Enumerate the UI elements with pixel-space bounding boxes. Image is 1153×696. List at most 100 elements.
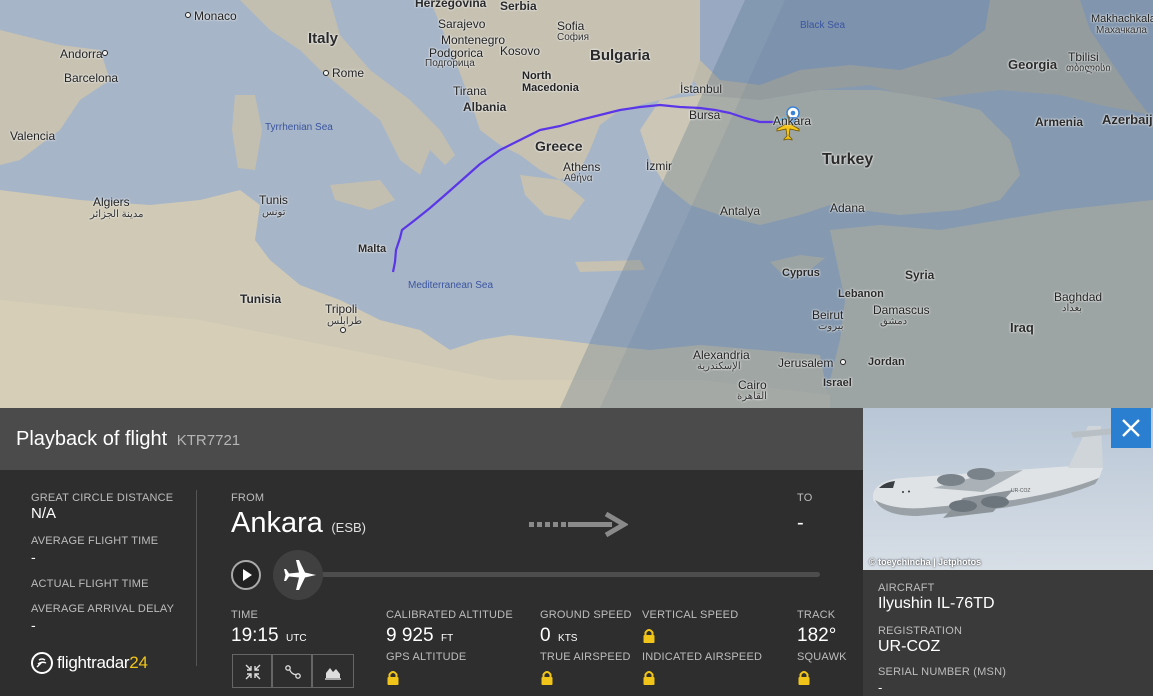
- map-label-mediterranean-sea: Mediterranean Sea: [408, 280, 494, 291]
- map-label-italy: Italy: [308, 30, 339, 47]
- play-button[interactable]: [231, 560, 261, 590]
- map-label-monaco: Monaco: [194, 9, 237, 23]
- route-view-button[interactable]: [272, 654, 312, 688]
- compress-view-button[interactable]: [232, 654, 272, 688]
- map-label-ankara: Ankara: [773, 114, 812, 128]
- track-label: TRACK: [797, 609, 836, 621]
- logo-text: flightradar24: [57, 653, 148, 673]
- map-label-tbilisi: Tbilisi: [1068, 50, 1099, 64]
- map-label-azerbaijan: Azerbaij: [1102, 112, 1153, 127]
- lock-icon: [798, 671, 810, 685]
- destination-value: -: [797, 512, 804, 534]
- map-label-damascus: Damascus: [873, 303, 930, 317]
- map-label-sarajevo: Sarajevo: [438, 17, 486, 31]
- map-label-izmir: İzmir: [646, 159, 672, 173]
- vertical-speed-label: VERTICAL SPEED: [642, 609, 739, 621]
- track-value: 182°: [797, 625, 837, 646]
- ground-speed-value: 0: [540, 625, 551, 646]
- time-display: 19:15 UTC: [231, 625, 307, 647]
- flightradar24-logo[interactable]: flightradar24: [31, 650, 148, 676]
- map-label-podgorica-native: Подгорица: [425, 58, 475, 69]
- lock-icon: [643, 671, 655, 685]
- map-label-jerusalem: Jerusalem: [778, 356, 834, 370]
- map-label-makhachkala-native: Махачкала: [1096, 25, 1147, 36]
- map-label-alexandria: Alexandria: [693, 348, 750, 362]
- map-label-cairo: Cairo: [738, 378, 767, 392]
- panel-title: Playback of flight KTR7721: [16, 428, 240, 451]
- average-flight-time-label: AVERAGE FLIGHT TIME: [31, 535, 159, 547]
- calibrated-altitude-value: 9 925: [386, 625, 434, 646]
- tail-registration-text: UR-COZ: [1011, 488, 1030, 494]
- registration-value[interactable]: UR-COZ: [878, 638, 940, 656]
- close-icon: [1122, 419, 1140, 437]
- time-label: TIME: [231, 609, 259, 621]
- map-label-sofia: Sofia: [557, 19, 585, 33]
- time-unit: UTC: [286, 633, 307, 644]
- map-label-algiers-native: مدينة الجزائر: [90, 209, 144, 220]
- panel-title-text: Playback of flight: [16, 428, 168, 450]
- photo-credit[interactable]: © toeychincha | Jetphotos: [869, 557, 981, 567]
- map-dot: [102, 50, 108, 56]
- lock-icon: [541, 671, 553, 685]
- map-dot: [340, 327, 346, 333]
- map-label-lebanon: Lebanon: [838, 288, 884, 300]
- great-circle-distance-value: N/A: [31, 505, 57, 522]
- origin: Ankara (ESB): [231, 507, 366, 540]
- serial-number-label: SERIAL NUMBER (MSN): [878, 666, 1007, 678]
- from-label: FROM: [231, 492, 265, 504]
- map-label-malta: Malta: [358, 243, 387, 255]
- map-label-baghdad: Baghdad: [1054, 290, 1103, 304]
- timeline-handle[interactable]: [273, 550, 323, 600]
- map-label-cyprus: Cyprus: [782, 267, 820, 279]
- to-label: TO: [797, 492, 813, 504]
- map-label-albania: Albania: [463, 100, 507, 114]
- serial-number-value: -: [878, 680, 883, 695]
- map-label-rome: Rome: [332, 66, 365, 80]
- map-label-tunis: Tunis: [259, 193, 288, 207]
- lock-icon: [387, 671, 399, 685]
- map-dot: [840, 359, 846, 365]
- map-label-adana: Adana: [830, 201, 865, 215]
- map-dot: [185, 12, 191, 18]
- ground-speed-label: GROUND SPEED: [540, 609, 632, 621]
- aircraft-photo[interactable]: UR-COZ © toeychincha | Jetphotos: [863, 408, 1153, 570]
- average-arrival-delay-label: AVERAGE ARRIVAL DELAY: [31, 603, 175, 615]
- logo-number: 24: [129, 653, 148, 672]
- great-circle-distance-label: GREAT CIRCLE DISTANCE: [31, 492, 174, 504]
- map-label-jordan: Jordan: [868, 356, 905, 368]
- time-value: 19:15: [231, 625, 279, 646]
- aircraft-info: AIRCRAFT Ilyushin IL-76TD REGISTRATION U…: [863, 570, 1153, 696]
- average-arrival-delay-value: -: [31, 617, 36, 633]
- map-label-antalya: Antalya: [720, 204, 761, 218]
- playback-timeline[interactable]: [290, 572, 820, 577]
- true-airspeed-label: TRUE AIRSPEED: [540, 651, 631, 663]
- map-label-bursa: Bursa: [689, 108, 721, 122]
- map-label-tbilisi-native: თბილისი: [1066, 63, 1111, 74]
- map-label-istanbul: İstanbul: [680, 82, 723, 96]
- radar-logo-icon: [31, 652, 53, 674]
- gps-altitude-label: GPS ALTITUDE: [386, 651, 467, 663]
- flight-map[interactable]: Monaco Herzegovina Serbia Andorra Italy …: [0, 0, 1153, 408]
- ground-speed-unit: KTS: [558, 633, 578, 644]
- calibrated-altitude-unit: FT: [441, 633, 454, 644]
- origin-code: (ESB): [331, 520, 367, 535]
- map-label-north-macedonia: North Macedonia: [522, 70, 579, 94]
- map-label-armenia: Armenia: [1035, 115, 1084, 129]
- map-label-syria: Syria: [905, 268, 935, 282]
- map-label-tunis-native: تونس: [262, 207, 286, 218]
- origin-city: Ankara: [231, 507, 323, 539]
- map-label-herzegovina: Herzegovina: [415, 0, 487, 10]
- map-label-kosovo: Kosovo: [500, 44, 541, 58]
- map-label-tunisia: Tunisia: [240, 292, 282, 306]
- map-label-athens-native: Αθήνα: [564, 173, 593, 184]
- map-label-montenegro: Montenegro: [441, 33, 506, 47]
- close-button[interactable]: [1111, 408, 1151, 448]
- compress-icon: [245, 664, 261, 680]
- graph-view-button[interactable]: [312, 654, 354, 688]
- map-label-greece: Greece: [535, 138, 583, 154]
- map-label-makhachkala: Makhachkala: [1091, 13, 1153, 25]
- map-label-athens: Athens: [563, 160, 601, 174]
- calibrated-altitude-label: CALIBRATED ALTITUDE: [386, 609, 513, 621]
- map-label-tripoli-native: طرابلس: [327, 316, 363, 327]
- route-icon: [285, 665, 301, 679]
